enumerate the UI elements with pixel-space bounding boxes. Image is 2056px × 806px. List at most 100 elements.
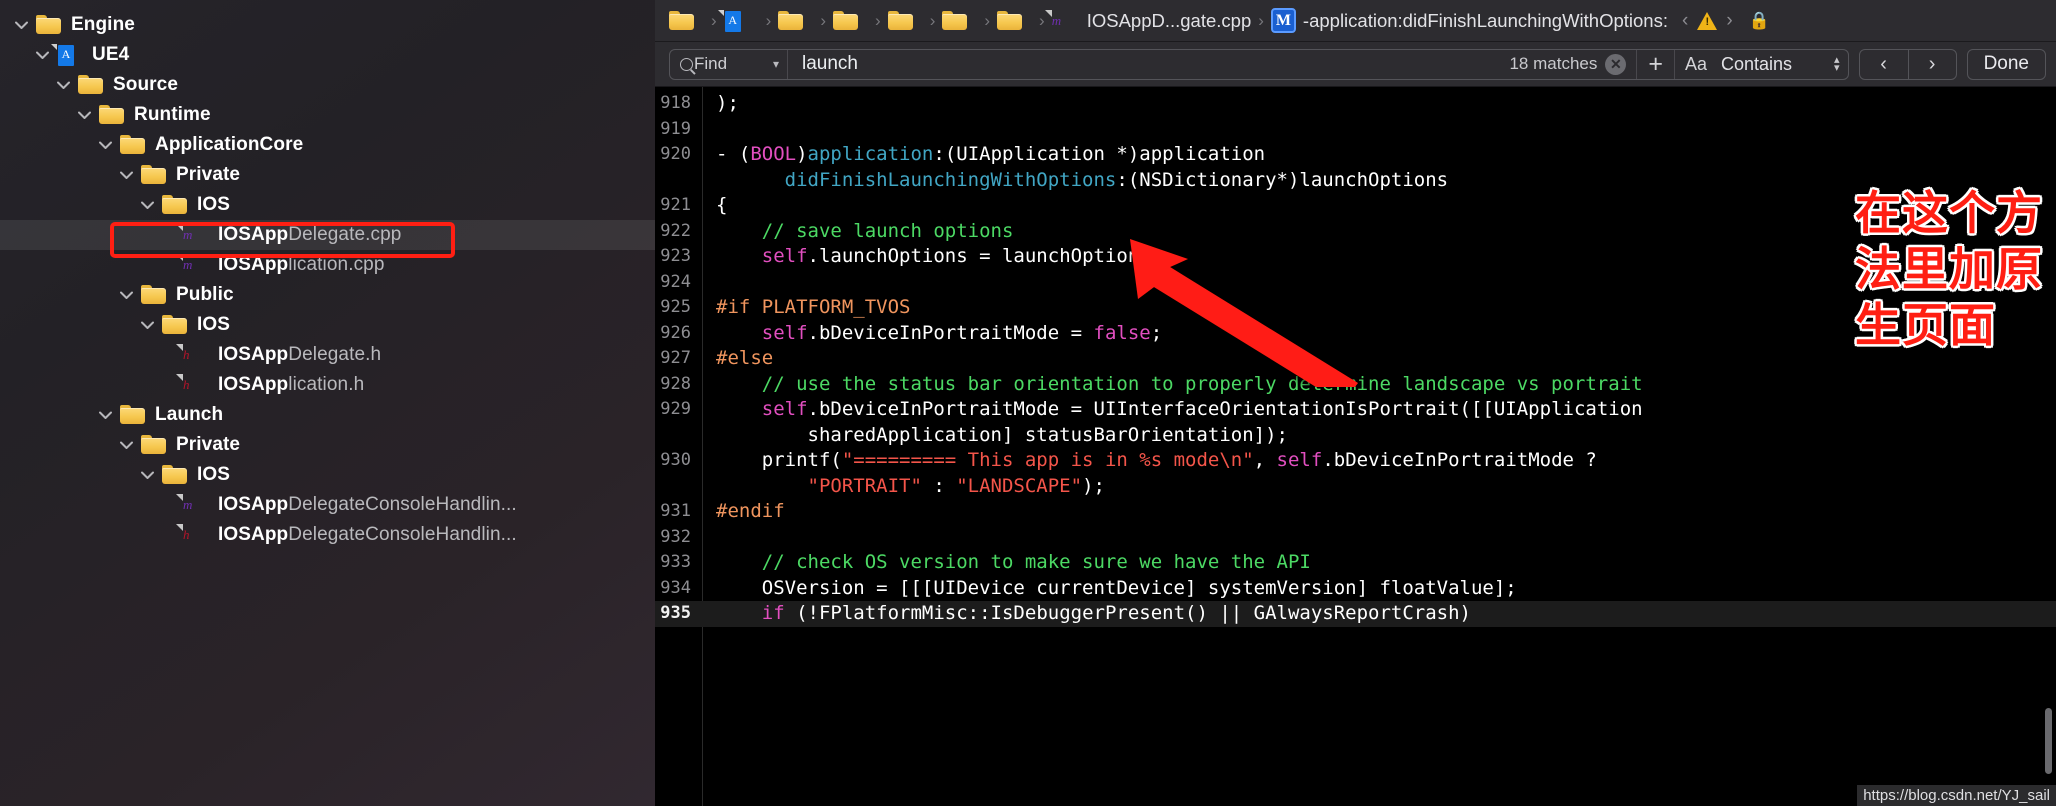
tree-row-label: IOSAppDelegate.h [218, 344, 382, 365]
breadcrumb-item[interactable] [778, 10, 813, 32]
chevron-down-icon[interactable] [31, 44, 53, 66]
tree-row[interactable]: Launch [0, 400, 655, 430]
find-bar[interactable]: Find ▾ launch 18 matches ✕ + Aa Contains… [655, 42, 2056, 87]
match-mode-dropdown[interactable]: Contains ▴ ▾ [1717, 54, 1848, 75]
breadcrumb-item[interactable] [669, 10, 704, 32]
tree-row-label: IOSApplication.cpp [218, 254, 385, 275]
chevron-down-icon[interactable] [136, 194, 158, 216]
chevron-down-icon[interactable] [10, 14, 32, 36]
tree-row[interactable]: Private [0, 160, 655, 190]
code-line[interactable]: 929 self.bDeviceInPortraitMode = UIInter… [655, 397, 2056, 448]
line-number: 922 [660, 220, 691, 241]
breadcrumb-items[interactable]: › › › › › › › m IOSAppD...gate.cpp [669, 9, 1252, 32]
page-fold [51, 44, 57, 50]
breadcrumb-item[interactable] [833, 10, 868, 32]
chevron-down-icon[interactable] [94, 404, 116, 426]
clear-search-icon[interactable]: ✕ [1605, 53, 1627, 75]
tree-row[interactable]: Runtime [0, 100, 655, 130]
add-search-button[interactable]: + [1636, 49, 1674, 79]
editor-pane: › › › › › › › m IOSAppD...gate.cpp › M -applicat… [655, 0, 2056, 806]
code-line-text: #endif [716, 500, 785, 522]
code-line[interactable]: 919 [655, 117, 2056, 143]
code-line[interactable]: 932 [655, 525, 2056, 551]
chevron-down-icon[interactable] [115, 164, 137, 186]
lock-icon[interactable]: 🔒 [1749, 11, 1770, 31]
find-navigation-group[interactable]: ‹ › [1858, 48, 1957, 80]
vertical-scrollbar[interactable] [2045, 708, 2052, 774]
breadcrumb-item[interactable] [888, 10, 923, 32]
code-line[interactable]: 927 #else [655, 346, 2056, 372]
breadcrumb-symbol-label[interactable]: -application:didFinishLaunchingWithOptio… [1303, 10, 1668, 32]
line-number: 921 [660, 195, 691, 215]
method-badge-icon: M [1270, 8, 1296, 33]
warning-triangle-icon[interactable] [1697, 11, 1718, 30]
chevron-down-icon[interactable] [115, 434, 137, 456]
breadcrumb-item[interactable] [997, 10, 1032, 32]
code-line[interactable]: 933 // check OS version to make sure we … [655, 550, 2056, 576]
breadcrumb-item[interactable] [942, 10, 977, 32]
project-icon [717, 9, 750, 32]
breadcrumb-separator-icon: › [929, 10, 936, 30]
code-line[interactable]: 923 self.launchOptions = launchOptions; [655, 244, 2056, 270]
stepper-icon[interactable]: ▴ ▾ [1834, 55, 1848, 74]
tree-row[interactable]: Source [0, 70, 655, 100]
code-line[interactable]: 924 [655, 270, 2056, 296]
line-number: 931 [660, 501, 691, 521]
code-line[interactable]: 921 { [655, 193, 2056, 219]
find-field-group[interactable]: Find ▾ launch 18 matches ✕ + Aa Contains… [669, 48, 1849, 80]
chevron-down-icon[interactable] [115, 284, 137, 306]
tree-row[interactable]: Engine [0, 10, 655, 40]
tree-row[interactable]: IOS [0, 310, 655, 340]
done-button[interactable]: Done [1966, 48, 2046, 80]
tree-row[interactable]: Private [0, 430, 655, 460]
stepper-down-icon[interactable]: ▾ [1834, 63, 1840, 74]
tree-row[interactable]: UE4 [0, 40, 655, 70]
chevron-down-icon[interactable] [52, 74, 74, 96]
issue-navigation[interactable]: ‹ › [1682, 10, 1733, 32]
tree-row[interactable]: h IOSAppDelegateConsoleHandlin... [0, 520, 655, 550]
find-scope-dropdown[interactable]: Find ▾ [670, 49, 788, 79]
code-line[interactable]: 928 // use the status bar orientation to… [655, 372, 2056, 398]
file-tree[interactable]: Engine UE4 Source Runtime ApplicationCore Pri… [0, 0, 655, 550]
tree-row[interactable]: m IOSApplication.cpp [0, 250, 655, 280]
code-content[interactable]: 918); 919 920- (BOOL)application:(UIAppli… [655, 87, 2056, 627]
watermark-label: https://blog.csdn.net/YJ_sail [1857, 785, 2056, 806]
chevron-down-icon[interactable] [94, 134, 116, 156]
chevron-down-icon[interactable]: ▾ [773, 57, 779, 71]
next-issue-icon[interactable]: › [1726, 10, 1732, 32]
find-previous-button[interactable]: ‹ [1860, 50, 1908, 79]
tree-row[interactable]: ApplicationCore [0, 130, 655, 160]
match-case-button[interactable]: Aa [1673, 49, 1717, 79]
folder-icon [778, 10, 804, 32]
tree-row[interactable]: Public [0, 280, 655, 310]
find-next-button[interactable]: › [1907, 49, 1956, 79]
chevron-down-icon[interactable] [73, 104, 95, 126]
code-line[interactable]: 920 - (BOOL)application:(UIApplication *)… [655, 142, 2056, 193]
tree-row[interactable]: IOS [0, 190, 655, 220]
breadcrumb[interactable]: › › › › › › › m IOSAppD...gate.cpp › M -applicat… [655, 0, 2056, 42]
code-line[interactable]: 934 OSVersion = [[[UIDevice currentDevic… [655, 576, 2056, 602]
code-line[interactable]: 922 // save launch options [655, 219, 2056, 245]
folder-icon [162, 194, 188, 216]
tree-row[interactable]: h IOSApplication.h [0, 370, 655, 400]
code-line[interactable]: 926 self.bDeviceInPortraitMode = false; [655, 321, 2056, 347]
code-line-current[interactable]: 935 if (!FPlatformMisc::IsDebuggerPresen… [655, 601, 2056, 627]
tree-row-selected[interactable]: m IOSAppDelegate.cpp [0, 220, 655, 250]
search-input[interactable]: launch [788, 53, 1509, 75]
chevron-down-icon[interactable] [136, 314, 158, 336]
source-editor[interactable]: 918); 919 920- (BOOL)application:(UIAppli… [655, 87, 2056, 806]
tree-row-label: Public [176, 284, 234, 305]
tree-row[interactable]: IOS [0, 460, 655, 490]
chevron-down-icon[interactable] [136, 464, 158, 486]
code-line[interactable]: 925 #if PLATFORM_TVOS [655, 295, 2056, 321]
breadcrumb-item[interactable]: m IOSAppD...gate.cpp [1052, 10, 1252, 32]
code-line[interactable]: 931 #endif [655, 499, 2056, 525]
code-line[interactable]: 918); [655, 91, 2056, 117]
objc-file-icon: m [1051, 12, 1062, 28]
tree-row[interactable]: h IOSAppDelegate.h [0, 340, 655, 370]
breadcrumb-item[interactable] [717, 9, 759, 32]
code-line[interactable]: 930 printf("========= This app is in %s … [655, 448, 2056, 499]
tree-row[interactable]: m IOSAppDelegateConsoleHandlin... [0, 490, 655, 520]
project-navigator-sidebar[interactable]: Engine UE4 Source Runtime ApplicationCore Pri… [0, 0, 655, 806]
previous-issue-icon[interactable]: ‹ [1682, 10, 1688, 32]
